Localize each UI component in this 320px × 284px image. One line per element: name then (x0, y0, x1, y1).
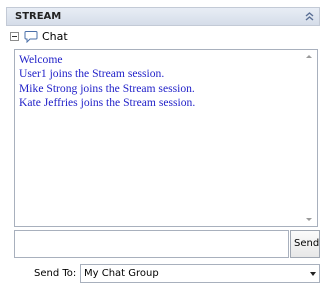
chat-message-area[interactable]: Welcome User1 joins the Stream session. … (14, 49, 318, 227)
panel-title: STREAM (15, 11, 62, 22)
send-to-selected-value: My Chat Group (84, 268, 159, 279)
send-to-dropdown[interactable]: My Chat Group (80, 264, 320, 283)
send-button[interactable]: Send (290, 230, 320, 258)
chat-message-input[interactable] (14, 230, 289, 258)
double-chevron-up-icon[interactable] (304, 11, 315, 22)
collapse-node-icon[interactable] (10, 32, 19, 41)
vertical-scrollbar[interactable] (303, 50, 317, 226)
chat-message: Welcome (19, 53, 63, 66)
chat-node-label: Chat (42, 30, 68, 43)
scroll-down-arrow-icon[interactable] (306, 218, 312, 221)
panel-header: STREAM (6, 7, 320, 26)
chat-message: Kate Jeffries joins the Stream session. (19, 95, 196, 109)
chat-bubble-icon (24, 31, 38, 43)
chevron-down-icon[interactable] (310, 272, 316, 276)
chat-message: User1 joins the Stream session. (19, 67, 165, 81)
stream-panel: STREAM Chat Welcome User1 joins the Stre… (0, 0, 320, 284)
message-list: Welcome User1 joins the Stream session. … (19, 53, 195, 110)
chat-message: Mike Strong joins the Stream session. (19, 81, 195, 95)
scroll-up-arrow-icon[interactable] (306, 55, 312, 58)
send-to-label: Send To: (34, 268, 77, 279)
